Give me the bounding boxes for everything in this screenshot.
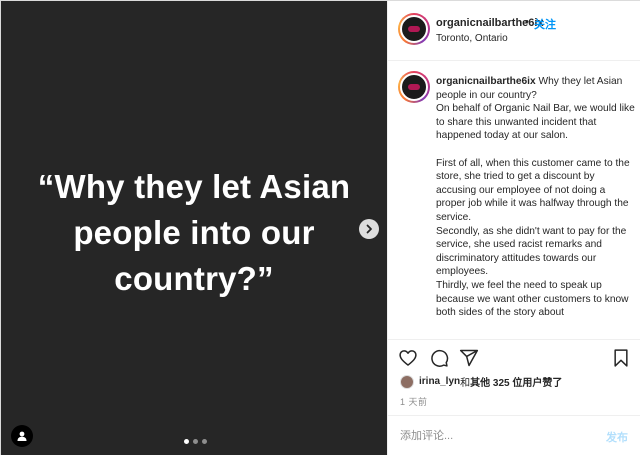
carousel-dot — [193, 439, 198, 444]
likes-suffix: 赞了 — [542, 378, 563, 389]
carousel-dot-active — [184, 439, 189, 444]
caption-body: Why they let Asian people in our country… — [436, 76, 635, 319]
next-slide-button[interactable] — [359, 219, 379, 239]
avatar[interactable] — [398, 13, 430, 45]
comment-icon[interactable] — [429, 348, 449, 368]
bookmark-icon[interactable] — [611, 348, 631, 368]
caption-text: organicnailbarthe6ix Why they let Asian … — [436, 75, 636, 320]
quote-line: “Why they let Asian — [37, 168, 351, 205]
caption-scroll-area[interactable]: organicnailbarthe6ix Why they let Asian … — [388, 61, 640, 339]
post-comment-button[interactable]: 发布 — [606, 429, 628, 445]
carousel-indicator — [184, 439, 207, 444]
action-bar — [388, 339, 640, 373]
location-link[interactable]: Toronto, Ontario — [436, 33, 508, 44]
chevron-right-icon — [366, 224, 372, 234]
liker-avatar[interactable] — [400, 374, 414, 389]
caption-username[interactable]: organicnailbarthe6ix — [436, 76, 536, 87]
post-sidebar: organicnailbarthe6ix • 关注 Toronto, Ontar… — [387, 1, 640, 455]
user-tag-icon — [17, 431, 27, 441]
user-tag-button[interactable] — [11, 425, 33, 447]
likes-summary[interactable]: irina_lyn 和 其他 325 位用户 赞了 — [400, 374, 562, 389]
carousel-dot — [202, 439, 207, 444]
separator-dot: • — [525, 16, 529, 28]
post-timestamp[interactable]: 1 天前 — [400, 395, 428, 408]
likes-others[interactable]: 其他 325 位用户 — [470, 374, 542, 389]
quote-line: people into our — [73, 214, 315, 251]
share-icon[interactable] — [459, 348, 479, 368]
follow-button[interactable]: 关注 — [534, 16, 556, 32]
avatar[interactable] — [398, 71, 430, 103]
post-media[interactable]: “Why they let Asian people into our coun… — [1, 1, 387, 455]
quote-text: “Why they let Asian people into our coun… — [1, 164, 387, 302]
post-header: organicnailbarthe6ix • 关注 Toronto, Ontar… — [388, 1, 640, 61]
quote-line: country?” — [114, 260, 274, 297]
likes-and: 和 — [460, 378, 471, 389]
liker-username[interactable]: irina_lyn — [419, 376, 460, 387]
post-dialog: “Why they let Asian people into our coun… — [0, 0, 640, 455]
comment-input[interactable] — [400, 426, 590, 446]
heart-icon[interactable] — [398, 348, 418, 368]
comment-bar: 发布 — [388, 415, 640, 455]
